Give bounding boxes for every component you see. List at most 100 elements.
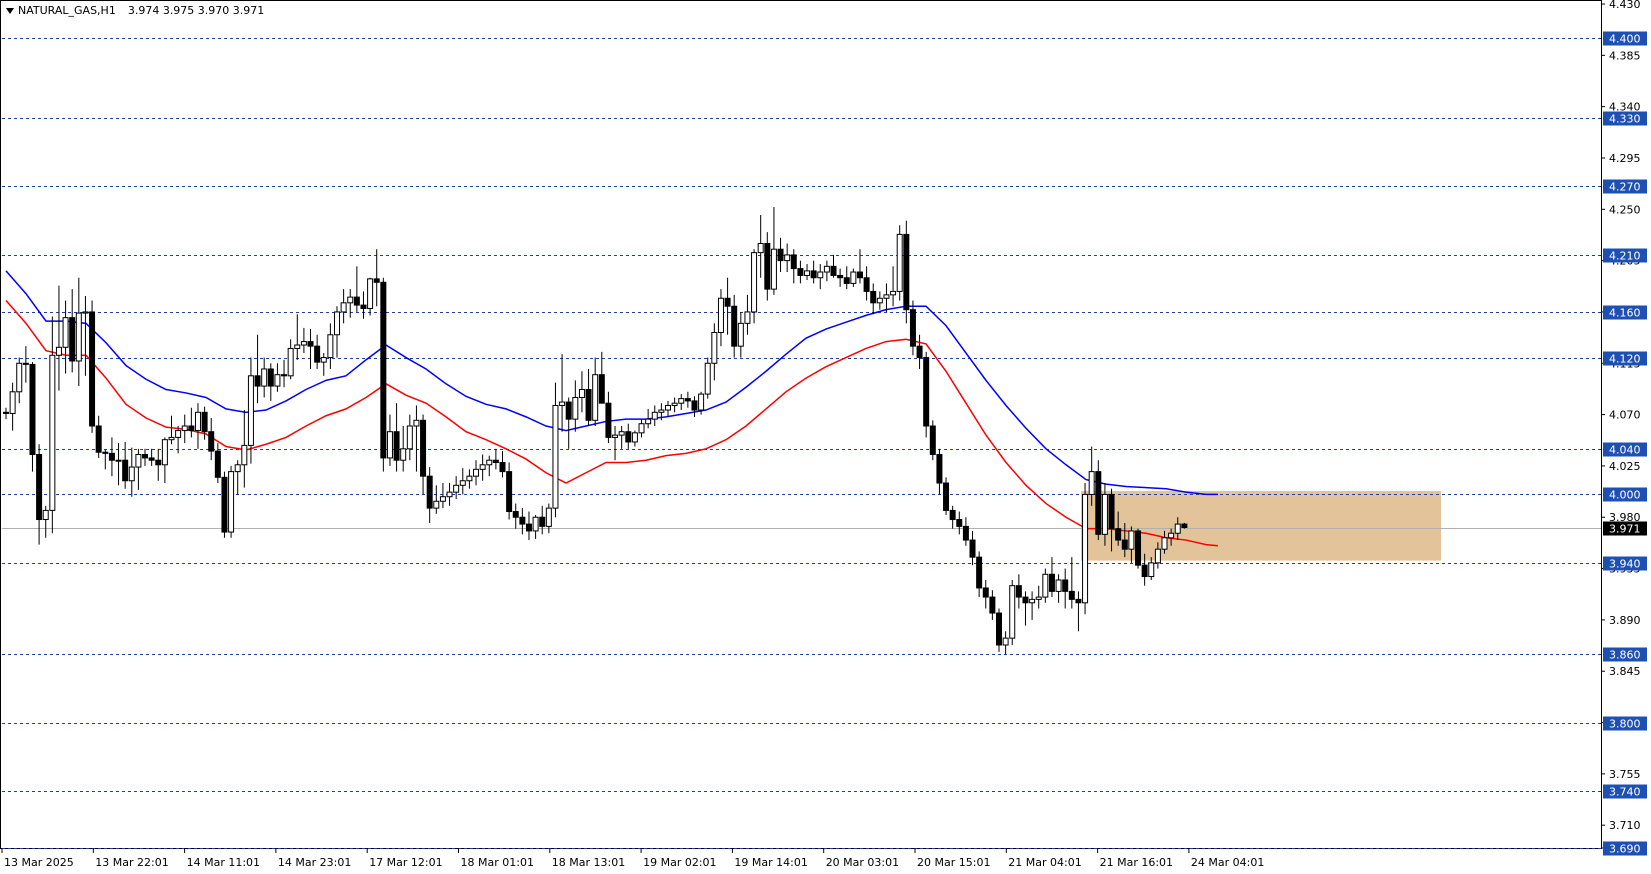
candle-body-up [274,374,281,387]
candle [731,294,738,358]
candle [532,514,539,539]
candle-body-up [1174,523,1181,534]
price-scale-label: 4.385 [1609,49,1641,62]
candle-body-down [1135,530,1142,566]
candle-body-up [1128,530,1135,550]
candle-body-up [804,270,811,276]
candle-body-up [1035,596,1042,600]
candle-body-down [909,309,916,347]
candle [347,289,354,318]
candle-body-up [16,362,23,393]
level-price-label: 3.690 [1609,843,1641,856]
candle-body-up [75,312,82,362]
candle [155,448,162,481]
candle-body-down [539,516,546,527]
candle [1042,568,1049,603]
price-scale-label: 4.295 [1609,152,1641,165]
candle-body-down [724,297,731,307]
candle-body-up [678,398,685,404]
candle-body-up [261,368,268,387]
candle [578,371,585,413]
candle-body-down [598,374,605,404]
candle-body-down [764,243,771,290]
candle-body-up [241,444,248,466]
time-axis-label: 24 Mar 04:01 [1191,856,1264,869]
candle-body-down [605,402,612,438]
candle-body-up [592,374,599,421]
candle [830,254,837,278]
candle [1135,528,1142,569]
candle-body-up [406,425,413,450]
candle-body-up [466,475,473,482]
candle-body-up [1002,637,1009,646]
candle-body-up [294,344,301,349]
candle-body-up [433,500,440,509]
candle-body-up [175,430,182,438]
candle [856,249,863,284]
candle [777,237,784,273]
candle-body-down [22,362,29,365]
candle [241,410,248,488]
candle-body-down [790,254,797,270]
candle [181,414,188,444]
candle [1022,591,1029,626]
candle [254,334,261,404]
candle [525,511,532,541]
candle [459,468,466,495]
candle-body-up [612,434,619,438]
time-axis-label: 14 Mar 23:01 [278,856,351,869]
candle [3,407,9,420]
candle-body-down [1048,573,1055,592]
candle-body-up [665,404,671,411]
candle [737,311,744,358]
candle-body-down [1095,471,1102,535]
candle-body-down [393,431,400,461]
candle [850,268,857,287]
candle-body-down [1062,579,1069,592]
candle [194,403,201,449]
candle [426,467,433,523]
candle-body-up [446,491,453,498]
candle-body-down [102,451,109,454]
candle [420,414,427,495]
level-price-label: 3.940 [1609,558,1641,571]
candle [704,357,711,399]
candle [334,306,340,358]
candle [976,551,983,598]
candle [969,530,976,566]
candle [413,405,420,472]
candle-body-up [850,271,857,284]
level-price-label: 4.400 [1609,33,1641,46]
candle-body-down [201,411,208,433]
candle [724,277,731,335]
candle [890,266,897,307]
level-price-label: 3.740 [1609,786,1641,799]
candle [1095,460,1102,541]
candle-body-up [631,432,638,443]
candle [234,460,241,495]
candle-body-down [982,587,989,598]
candle [691,396,698,417]
candle-body-down [155,459,162,466]
time-axis-label: 21 Mar 16:01 [1100,856,1173,869]
candle [267,363,274,401]
candle-body-down [870,290,877,304]
price-scale-label: 4.430 [1609,0,1641,11]
candle-body-down [837,274,844,279]
candle-body-up [545,507,552,527]
candle [943,477,950,515]
candle [208,418,215,461]
candle-body-down [1115,528,1122,541]
price-scale-label: 3.755 [1609,768,1641,781]
candle-body-up [347,296,354,304]
candle-body-up [658,409,665,413]
price-chart[interactable]: 4.4304.3854.3404.2954.2504.2054.1604.115… [0,0,1651,874]
candle [142,448,149,466]
candle-body-down [95,425,102,453]
candle [1002,631,1009,655]
candle [122,441,129,489]
candle-body-down [731,305,738,347]
time-axis-label: 19 Mar 02:01 [643,856,716,869]
candle [989,590,996,620]
candle [956,511,963,535]
